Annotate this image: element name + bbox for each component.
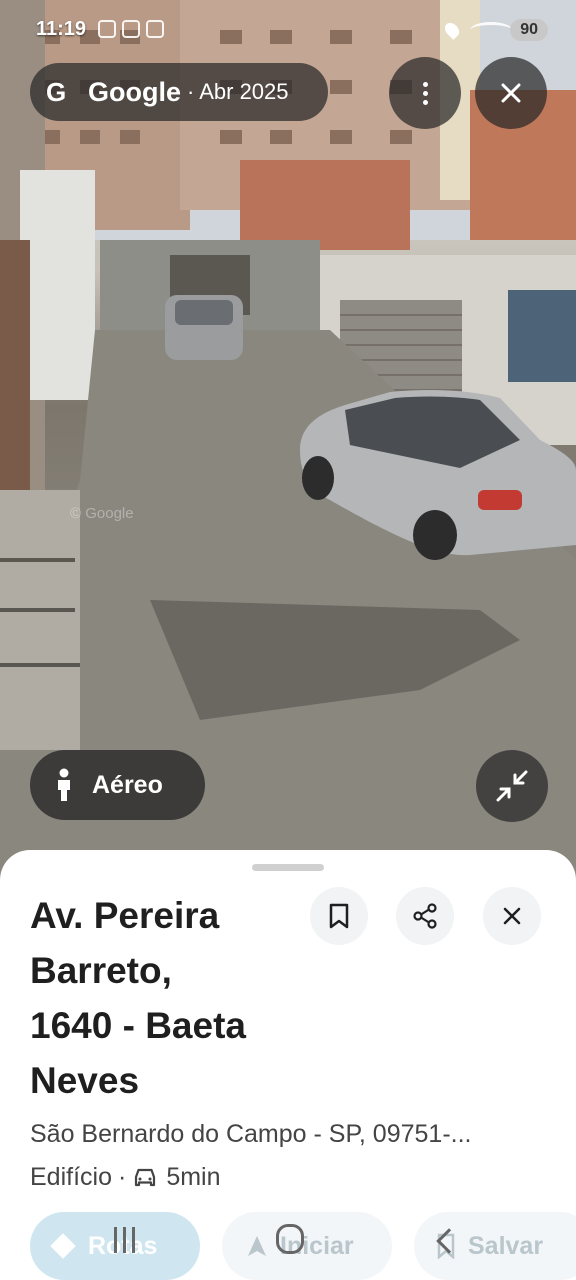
bookmark-icon (329, 903, 349, 929)
save-label: Salvar (468, 1231, 544, 1260)
wifi-icon (470, 22, 512, 38)
close-icon (503, 907, 521, 925)
meta-separator: · (117, 1163, 127, 1191)
place-title: Av. Pereira Barreto, 1640 - Baeta Neves (30, 888, 320, 1108)
aerial-view-label: Aéreo (92, 770, 163, 799)
place-title-line: Neves (30, 1060, 140, 1101)
routes-label: Rotas (88, 1231, 158, 1260)
place-title-line: Barreto, (30, 950, 172, 991)
place-title-line: 1640 - Baeta (30, 1005, 246, 1046)
aerial-view-button[interactable]: Aéreo (30, 750, 205, 820)
notification-icon (98, 20, 116, 38)
directions-icon (50, 1233, 76, 1259)
start-button[interactable]: Iniciar (222, 1212, 392, 1280)
notification-icons (98, 20, 164, 38)
status-bar: 11:19 90 (0, 0, 576, 62)
save-button[interactable]: Salvar (414, 1212, 576, 1280)
share-icon (413, 903, 437, 929)
start-label: Iniciar (280, 1231, 354, 1260)
routes-button[interactable]: Rotas (30, 1212, 200, 1280)
place-bottom-sheet[interactable]: Av. Pereira Barreto, 1640 - Baeta Neves … (0, 850, 576, 1280)
place-meta: Edifício · 5min (30, 1163, 221, 1192)
place-title-line: Av. Pereira (30, 895, 220, 936)
imagery-date: · Abr 2025 (187, 79, 289, 104)
close-sheet-button[interactable] (483, 887, 541, 945)
bookmark-icon (437, 1233, 455, 1259)
share-button[interactable] (396, 887, 454, 945)
navigation-arrow-icon (248, 1236, 266, 1256)
location-icon (442, 20, 462, 40)
save-place-button[interactable] (310, 887, 368, 945)
minimize-icon (496, 770, 528, 802)
drive-time: 5min (166, 1163, 221, 1191)
google-watermark: © Google (70, 505, 134, 522)
place-address: São Bernardo do Campo - SP, 09751-... (30, 1120, 472, 1148)
person-icon (58, 768, 70, 801)
close-icon (501, 83, 521, 103)
more-vert-icon (422, 81, 428, 105)
car-icon (135, 1168, 156, 1186)
action-buttons-row: Rotas Iniciar Salvar (0, 1210, 576, 1280)
status-time: 11:19 (36, 18, 87, 40)
battery-indicator: 90 (510, 19, 548, 41)
brand-label: Google (88, 76, 181, 107)
google-logo-icon: G (46, 76, 67, 107)
minimize-button[interactable] (476, 750, 548, 822)
place-category: Edifício (30, 1163, 112, 1191)
close-street-view-button[interactable] (475, 57, 547, 129)
sheet-drag-handle[interactable] (252, 864, 324, 871)
notification-icon (122, 20, 140, 38)
imagery-info-chip[interactable]: G Google · Abr 2025 (30, 63, 328, 121)
notification-icon (146, 20, 164, 38)
more-options-button[interactable] (389, 57, 461, 129)
